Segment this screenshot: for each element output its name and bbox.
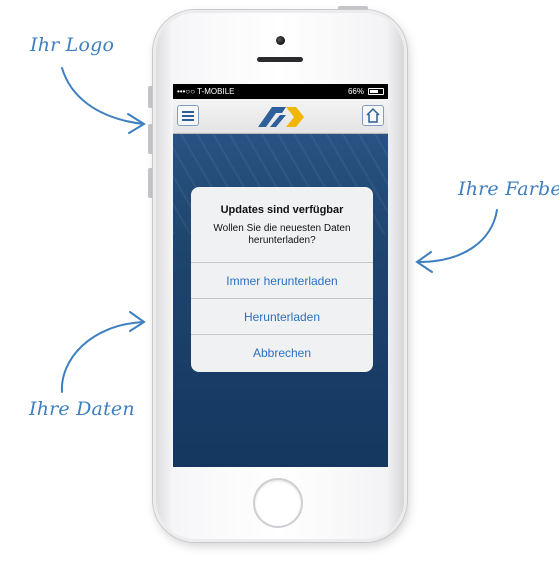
status-battery-percent: 66% — [347, 87, 364, 96]
stage: Ihr Logo Ihre Farben Ihre Daten •••○○ T-… — [0, 0, 559, 569]
alert-message: Wollen Sie die neuesten Daten herunterla… — [213, 223, 351, 246]
logo-yellow-chevron — [286, 107, 304, 127]
always-download-button[interactable]: Immer herunterladen — [191, 262, 373, 298]
arrow-to-colors — [417, 209, 498, 263]
alert-title: Updates sind verfügbar — [220, 204, 344, 216]
home-icon-glyph — [366, 107, 380, 123]
front-camera — [276, 36, 285, 45]
arrow-to-logo-head — [127, 113, 146, 134]
battery-icon — [368, 88, 384, 95]
battery-fill — [370, 90, 378, 93]
cancel-button[interactable]: Abbrechen — [191, 334, 373, 370]
status-carrier: •••○○ T-MOBILE — [177, 87, 235, 96]
hamburger-menu-icon[interactable] — [177, 105, 199, 126]
status-bar: •••○○ T-MOBILE 66% — [173, 84, 388, 99]
app-logo — [258, 107, 304, 127]
arrow-to-logo — [61, 67, 144, 125]
home-button[interactable] — [253, 478, 303, 528]
nav-bar — [173, 99, 388, 134]
annotation-logo: Ihr Logo — [30, 34, 115, 56]
phone-screen: •••○○ T-MOBILE 66% Updates sind verfügba… — [173, 84, 388, 467]
arrow-to-data — [60, 321, 144, 393]
update-alert-dialog: Updates sind verfügbar Wollen Sie die ne… — [191, 187, 373, 372]
annotation-colors: Ihre Farben — [458, 178, 559, 200]
download-button[interactable]: Herunterladen — [191, 298, 373, 334]
arrow-to-colors-head — [415, 251, 433, 273]
arrow-to-data-head — [129, 311, 146, 332]
home-icon[interactable] — [362, 105, 384, 126]
earpiece-speaker — [257, 57, 303, 62]
annotation-data: Ihre Daten — [29, 398, 135, 420]
